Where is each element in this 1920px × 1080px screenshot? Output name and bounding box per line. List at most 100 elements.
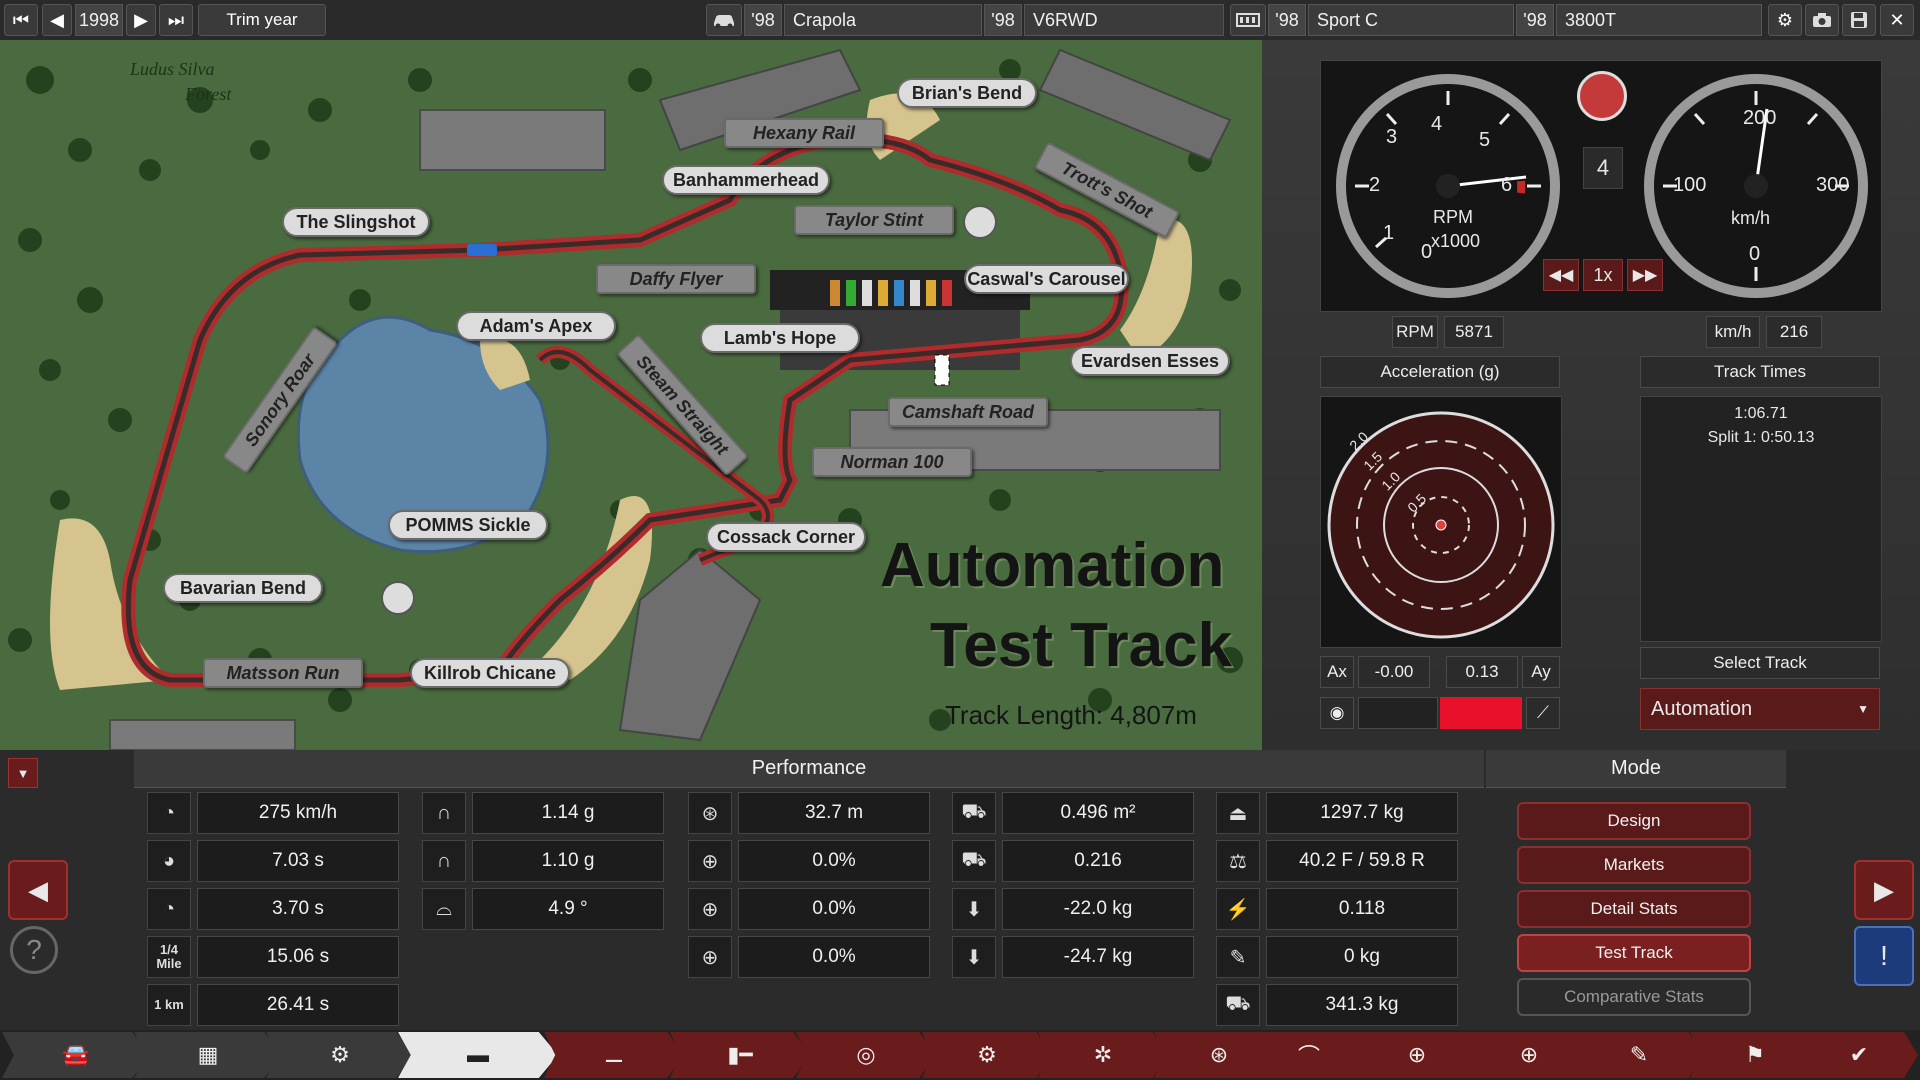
nav-steering[interactable]: ⊕ [1352,1032,1482,1078]
nav-interior[interactable]: ▮━ [670,1032,810,1078]
headlights-icon: ◎ [856,1042,876,1067]
trim-year-button[interactable]: Trim year [198,4,326,36]
nav-aero[interactable]: ⌒ [1244,1032,1374,1078]
trim-name-field[interactable]: Sport C [1308,4,1514,36]
rear-downforce-icon: ⬇ [952,936,996,978]
nav-body[interactable]: ▬ [398,1032,558,1078]
question-icon: ? [26,934,42,965]
screenshot-button[interactable] [1805,4,1839,36]
nav-done[interactable]: ✔ [1800,1032,1918,1078]
weight-distribution-icon: ⚖ [1216,840,1260,882]
prev-year-button[interactable]: ◀ [42,4,72,36]
frontal-area-icon: ⛟ [952,792,996,834]
engine-name-field[interactable]: V6RWD [1024,4,1224,36]
rpm-gauge [1336,74,1560,298]
top-bar: ⏮ ◀ 1998 ▶ ⏭ Trim year '98 Crapola '98 V… [0,0,1920,41]
nav-fixtures[interactable]: ⚊ [544,1032,684,1078]
label-lambs-hope: Lamb's Hope [700,323,860,353]
label-caswals-carousel: Caswal's Carousel [964,264,1129,294]
right-arrow-icon: ▶ [1874,874,1894,905]
drag-coefficient-icon: ⛟ [952,840,996,882]
label-bavarian-bend: Bavarian Bend [163,573,323,603]
stat-rear-downforce: -24.7 kg [1002,936,1194,978]
nav-suspension[interactable]: ⚙ [266,1032,414,1078]
lap-time: 1:06.71 [1734,405,1788,422]
track-times-list: 1:06.71 Split 1: 0:50.13 [1640,396,1882,642]
cargo-icon: ✎ [1216,936,1260,978]
nav-wheels[interactable]: ✲ [1038,1032,1168,1078]
prev-page-button[interactable]: ◀ [8,860,68,920]
nav-headlights[interactable]: ◎ [796,1032,936,1078]
close-button[interactable]: ✕ [1880,4,1914,36]
rewind-button[interactable]: ◀◀ [1543,259,1579,291]
track-map[interactable]: Ludus Silva Forest Brian's Bend Hexany R… [0,40,1262,750]
brake-fade-race-icon: ⊕ [688,888,732,930]
stat-frontal-area: 0.496 m² [1002,792,1194,834]
nav-tune[interactable]: ⊕ [1464,1032,1594,1078]
stat-lateral-g-slow: 1.10 g [472,840,664,882]
speed-tick-200: 200 [1743,107,1777,129]
label-taylor-stint: Taylor Stint [794,205,954,235]
next-year-button[interactable]: ▶ [126,4,156,36]
acceleration-80-icon: ◔ [147,888,191,930]
label-hexany-rail: Hexany Rail [724,118,884,148]
stat-accel-80: 3.70 s [197,888,399,930]
body-roll-icon: ⌓ [422,888,466,930]
interior-icon: ▮━ [727,1042,753,1067]
top-speed-icon: ◔ [147,792,191,834]
brake-fade-icon: ⊕ [688,840,732,882]
lateral-g-slow-icon: ∩ [422,840,466,882]
mode-detail-stats-button[interactable]: Detail Stats [1517,890,1751,928]
acceleration-title: Acceleration (g) [1320,356,1560,388]
trim-button[interactable] [1230,4,1266,36]
model-year: '98 [744,4,782,36]
stat-weight: 1297.7 kg [1266,792,1458,834]
speed-readout-value: 216 [1766,316,1822,348]
nav-car[interactable]: 🚘 [2,1032,150,1078]
nav-chassis[interactable]: ▦ [134,1032,282,1078]
playback-speed-button[interactable]: 1x [1583,259,1623,291]
gear-indicator: 4 [1583,147,1623,189]
mode-design-button[interactable]: Design [1517,802,1751,840]
mode-markets-button[interactable]: Markets [1517,846,1751,884]
nav-test-track[interactable]: ⚑ [1690,1032,1820,1078]
label-the-slingshot: The Slingshot [282,207,430,237]
track-select-dropdown[interactable]: Automation ▼ [1640,688,1880,730]
mode-comparative-stats-button[interactable]: Comparative Stats [1517,978,1751,1016]
stat-one-km: 26.41 s [197,984,399,1026]
year-field[interactable]: 1998 [75,4,123,36]
brake-bar [1358,697,1438,729]
stat-body-roll: 4.9 ° [472,888,664,930]
camera-icon [1813,13,1831,27]
track-times-title: Track Times [1640,356,1880,388]
brake-indicator: ◉ [1320,697,1354,729]
label-camshaft-road: Camshaft Road [888,397,1048,427]
collapse-panel-button[interactable]: ▼ [8,758,38,788]
wheels-icon: ✲ [1093,1042,1113,1067]
label-adams-apex: Adam's Apex [456,311,616,341]
nav-tyres[interactable]: ✎ [1574,1032,1704,1078]
model-name-field[interactable]: Crapola [784,4,982,36]
first-year-button[interactable]: ⏮ [4,4,38,36]
speed-readout-label: km/h [1706,316,1760,348]
throttle-indicator: ⟋ [1526,697,1560,729]
exclamation-icon: ! [1880,940,1888,971]
speed-tick-100: 100 [1673,174,1707,196]
nav-gearbox[interactable]: ⚙ [922,1032,1052,1078]
performance-title: Performance [134,750,1484,788]
stat-brake-fade: 0.0% [738,840,930,882]
save-button[interactable] [1842,4,1876,36]
right-arrow-icon: ▶ [134,9,148,30]
variant-name-field[interactable]: 3800T [1556,4,1762,36]
mode-test-track-button[interactable]: Test Track [1517,934,1751,972]
info-button[interactable]: ! [1854,926,1914,986]
next-page-button[interactable]: ▶ [1854,860,1914,920]
performance-panel: ▼ Performance Mode ◀ ? ▶ ! ◔ 275 km/h ◕ … [0,750,1920,1030]
help-button[interactable]: ? [10,926,58,974]
settings-button[interactable]: ⚙ [1768,4,1802,36]
car-model-button[interactable] [706,4,742,36]
label-pomms-sickle: POMMS Sickle [388,510,548,540]
left-arrow-icon: ◀ [50,9,64,30]
last-year-button[interactable]: ⏭ [159,4,193,36]
mode-title: Mode [1486,750,1786,788]
